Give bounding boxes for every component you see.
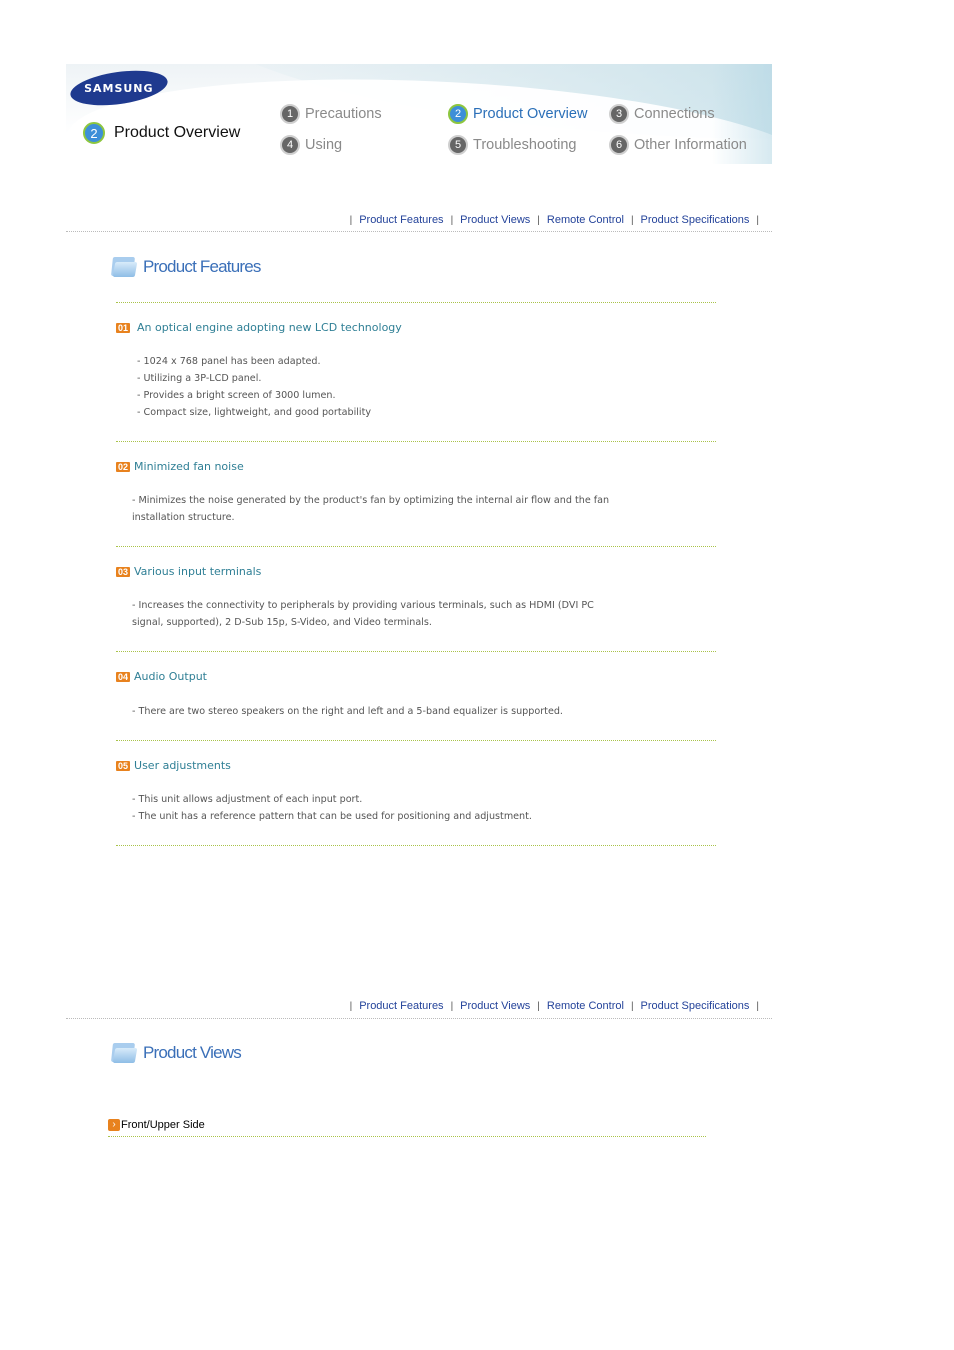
arrow-right-icon: › bbox=[108, 1119, 120, 1131]
divider bbox=[116, 546, 716, 547]
nav-product-overview[interactable]: 2 Product Overview bbox=[448, 104, 587, 124]
folder-icon bbox=[111, 256, 138, 278]
section-title-views: Product Views bbox=[111, 1042, 242, 1064]
feature-heading-03: 03 Various input terminals bbox=[116, 565, 262, 578]
number-4-icon: 4 bbox=[280, 135, 300, 155]
badge-03-icon: 03 bbox=[116, 566, 131, 577]
nav-connections[interactable]: 3 Connections bbox=[609, 104, 715, 124]
number-6-icon: 6 bbox=[609, 135, 629, 155]
current-section-title: 2 Product Overview bbox=[83, 122, 240, 144]
current-section-label: Product Overview bbox=[114, 124, 241, 141]
link-remote-control[interactable]: Remote Control bbox=[547, 214, 624, 226]
link-product-views[interactable]: Product Views bbox=[460, 1000, 530, 1012]
link-product-views[interactable]: Product Views bbox=[460, 214, 530, 226]
folder-icon bbox=[111, 1042, 138, 1064]
nav-precautions[interactable]: 1 Precautions bbox=[280, 104, 382, 124]
divider bbox=[116, 302, 716, 303]
badge-01-icon: 01 bbox=[116, 322, 131, 333]
feature-body-01: - 1024 x 768 panel has been adapted. - U… bbox=[137, 356, 372, 418]
section-links-bottom: | Product Features | Product Views | Rem… bbox=[349, 1000, 759, 1012]
nav-using[interactable]: 4 Using bbox=[280, 135, 342, 155]
subheading-front-upper-side: › Front/Upper Side bbox=[108, 1119, 205, 1131]
section-title-features: Product Features bbox=[111, 256, 261, 278]
divider bbox=[116, 441, 716, 442]
feature-body-03: - Increases the connectivity to peripher… bbox=[132, 600, 594, 628]
number-5-icon: 5 bbox=[448, 135, 468, 155]
section-links-top: | Product Features | Product Views | Rem… bbox=[349, 214, 759, 226]
feature-heading-02: 02 Minimized fan noise bbox=[116, 460, 244, 473]
feature-body-04: - There are two stereo speakers on the r… bbox=[132, 706, 563, 717]
badge-05-icon: 05 bbox=[116, 760, 131, 771]
link-product-features[interactable]: Product Features bbox=[359, 1000, 443, 1012]
feature-body-02: - Minimizes the noise generated by the p… bbox=[132, 495, 610, 523]
feature-heading-05: 05 User adjustments bbox=[116, 759, 231, 772]
nav-other-information[interactable]: 6 Other Information bbox=[609, 135, 747, 155]
feature-heading-01: 01 An optical engine adopting new LCD te… bbox=[116, 321, 402, 334]
divider bbox=[66, 231, 772, 232]
divider bbox=[116, 845, 716, 846]
divider bbox=[108, 1136, 706, 1137]
link-product-specifications[interactable]: Product Specifications bbox=[641, 214, 750, 226]
feature-body-05: - This unit allows adjustment of each in… bbox=[132, 794, 532, 822]
link-product-specifications[interactable]: Product Specifications bbox=[641, 1000, 750, 1012]
badge-02-icon: 02 bbox=[116, 461, 131, 472]
divider bbox=[116, 740, 716, 741]
nav-troubleshooting[interactable]: 5 Troubleshooting bbox=[448, 135, 576, 155]
divider bbox=[116, 651, 716, 652]
link-remote-control[interactable]: Remote Control bbox=[547, 1000, 624, 1012]
feature-heading-04: 04 Audio Output bbox=[116, 670, 207, 683]
number-2-icon: 2 bbox=[448, 104, 468, 124]
link-product-features[interactable]: Product Features bbox=[359, 214, 443, 226]
divider bbox=[66, 1018, 772, 1019]
section-number-icon: 2 bbox=[83, 122, 105, 144]
badge-04-icon: 04 bbox=[116, 671, 131, 682]
number-3-icon: 3 bbox=[609, 104, 629, 124]
number-1-icon: 1 bbox=[280, 104, 300, 124]
